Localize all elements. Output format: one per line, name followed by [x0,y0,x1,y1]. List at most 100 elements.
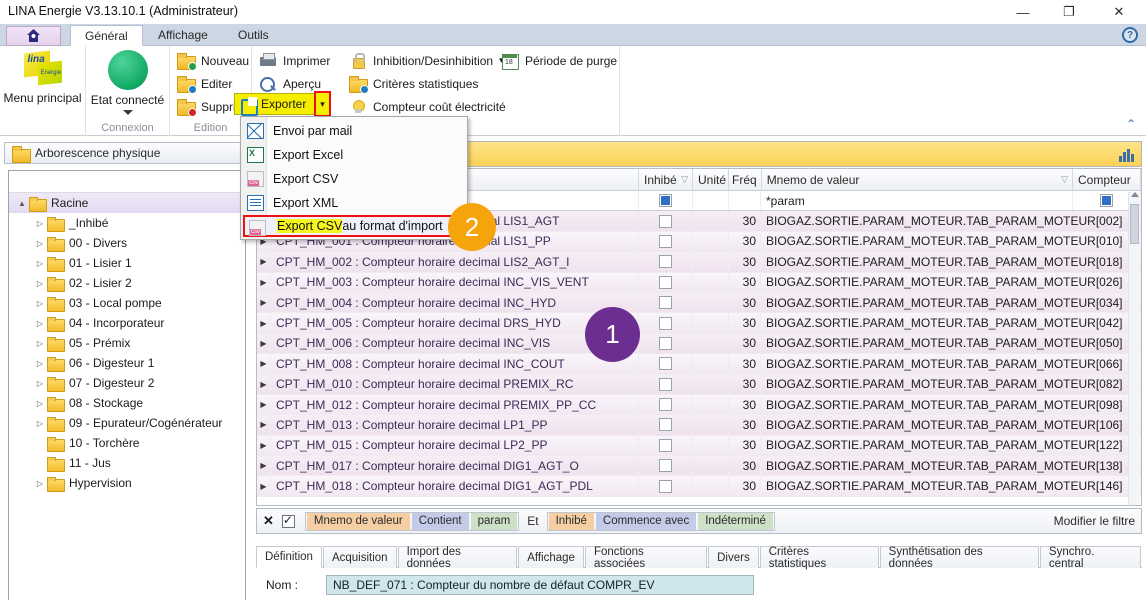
column-header-compteur[interactable]: Compteur [1073,169,1141,191]
row-expander-icon[interactable]: ▶ [257,252,271,272]
scroll-up-arrow-icon[interactable] [1131,192,1139,197]
row-expander-icon[interactable]: ▶ [257,374,271,394]
tree-node[interactable]: 10 - Torchère [9,433,245,453]
cell-checkbox-inhibe[interactable] [659,377,672,391]
column-header-freq[interactable]: Fréq [729,169,762,191]
nouveau-button[interactable]: Nouveau [176,49,249,72]
tree-expander-icon[interactable]: ▷ [33,419,47,428]
menu-item-export-csv[interactable]: Export CSV [241,167,467,191]
name-field[interactable]: NB_DEF_071 : Compteur du nombre de défau… [326,575,754,595]
detail-tab[interactable]: Critères statistiques [759,546,879,570]
row-expander-icon[interactable]: ▶ [257,272,271,292]
table-row[interactable]: ▶ CPT_HM_008 : Compteur horaire decimal I… [257,354,1141,375]
menu-item-envoi-par-mail[interactable]: Envoi par mail [241,119,467,143]
table-row[interactable]: ▶ CPT_HM_003 : Compteur horaire decimal I… [257,272,1141,293]
table-row[interactable]: ▶ CPT_HM_013 : Compteur horaire decimal L… [257,415,1141,436]
column-header-inhibe[interactable]: Inhibé ▽ [639,169,693,191]
filter-operator[interactable]: Commence avec [595,512,697,530]
modify-filter-link[interactable]: Modifier le filtre [1054,514,1135,528]
column-header-mnemo[interactable]: Mnemo de valeur ▽ [762,169,1073,191]
detail-tab[interactable]: Affichage [518,546,584,568]
close-button[interactable]: ✕ [1096,0,1142,24]
tree-expander-icon[interactable]: ▷ [33,299,47,308]
detail-tab[interactable]: Acquisition [322,546,397,568]
filter-value[interactable]: param [470,512,518,530]
cell-checkbox-inhibe[interactable] [659,398,672,412]
tab-general[interactable]: Général [70,25,143,46]
chevron-down-icon[interactable] [122,110,133,115]
detail-tab[interactable]: Définition [256,546,322,568]
table-row[interactable]: ▶ CPT_HM_015 : Compteur horaire decimal L… [257,435,1141,457]
row-expander-icon[interactable]: ▶ [257,394,271,415]
tree-node[interactable]: ▷ Hypervision [9,473,245,493]
criteres-statistiques-button[interactable]: Critères statistiques [348,72,478,95]
menu-item-export-excel[interactable]: Export Excel [241,143,467,167]
tree-expander-icon[interactable]: ▷ [33,339,47,348]
filter-field[interactable]: Inhibé [548,512,594,530]
cell-checkbox-inhibe[interactable] [659,234,672,248]
tab-affichage[interactable]: Affichage [144,24,222,46]
tree-node[interactable]: ▷ 07 - Digesteur 2 [9,373,245,393]
row-expander-icon[interactable]: ▶ [257,292,271,313]
editer-button[interactable]: Editer [176,72,232,95]
tree-node[interactable]: ▷ 08 - Stockage [9,393,245,413]
tree-node[interactable]: ▲ Racine [9,193,245,213]
tree-search-input[interactable] [9,171,245,193]
home-icon[interactable] [6,26,61,46]
row-expander-icon[interactable]: ▶ [257,333,271,354]
tree-expander-icon[interactable]: ▷ [33,239,47,248]
cell-checkbox-inhibe[interactable] [659,275,672,289]
row-expander-icon[interactable]: ▶ [257,476,271,496]
row-expander-icon[interactable]: ▶ [257,313,271,333]
clear-filter-button[interactable]: ✕ [263,513,274,529]
filter-cell-unite[interactable] [693,191,729,211]
collapse-ribbon-icon[interactable]: ⌃ [1126,117,1136,131]
cell-checkbox-inhibe[interactable] [659,418,672,432]
apercu-button[interactable]: Aperçu [258,72,321,95]
imprimer-button[interactable]: Imprimer [258,49,330,72]
filter-checkbox-compteur[interactable] [1100,194,1113,208]
cell-checkbox-inhibe[interactable] [659,336,672,350]
tree-node[interactable]: ▷ 09 - Epurateur/Cogénérateur [9,413,245,433]
table-row[interactable]: ▶ CPT_HM_018 : Compteur horaire decimal D… [257,476,1141,497]
table-row[interactable]: ▶ CPT_HM_004 : Compteur horaire decimal I… [257,292,1141,314]
periode-de-purge-button[interactable]: 18 Période de purge [500,49,617,72]
tree-expander-icon[interactable]: ▷ [33,319,47,328]
column-header-unite[interactable]: Unité [693,169,729,191]
tree-node[interactable]: ▷ 05 - Prémix [9,333,245,353]
tree-node[interactable]: ▷ _Inhibé [9,213,245,233]
cell-checkbox-inhibe[interactable] [659,438,672,452]
etat-connecte-button[interactable]: Etat connecté [86,50,169,115]
tab-outils[interactable]: Outils [224,24,283,46]
detail-tab[interactable]: Synchro. central [1039,546,1141,570]
table-row[interactable]: ▶ CPT_HM_005 : Compteur horaire decimal D… [257,313,1141,334]
tree-expander-icon[interactable]: ▲ [15,199,29,208]
tree-node[interactable]: 11 - Jus [9,453,245,473]
tree-expander-icon[interactable]: ▷ [33,259,47,268]
tree-node[interactable]: ▷ 01 - Lisier 1 [9,253,245,273]
scrollbar-thumb[interactable] [1130,204,1139,244]
table-row[interactable]: ▶ CPT_HM_017 : Compteur horaire decimal D… [257,456,1141,477]
detail-tab[interactable]: Synthétisation des données [879,546,1039,570]
filter-enabled-checkbox[interactable] [281,513,295,528]
cell-checkbox-inhibe[interactable] [659,255,672,269]
funnel-icon[interactable]: ▽ [1061,174,1068,185]
filter-field[interactable]: Mnemo de valeur [306,512,410,530]
filter-cell-mnemo[interactable]: *param [761,191,1073,211]
table-row[interactable]: ▶ CPT_HM_010 : Compteur horaire decimal P… [257,374,1141,395]
filter-value[interactable]: Indéterminé [698,512,773,530]
compteur-cout-electricite-button[interactable]: Compteur coût électricité [348,95,506,118]
tree-expander-icon[interactable]: ▷ [33,219,47,228]
menu-item-export-csv-format-import[interactable]: Export CSV au format d'import [243,215,465,237]
exporter-button[interactable]: Exporter [234,93,316,116]
filter-cell-freq[interactable] [729,191,761,211]
cell-checkbox-inhibe[interactable] [659,296,672,310]
filter-operator[interactable]: Contient [411,512,469,530]
filter-conjunction[interactable]: Et [527,514,538,528]
tree-node[interactable]: ▷ 04 - Incorporateur [9,313,245,333]
cell-checkbox-inhibe[interactable] [659,214,672,228]
tree-expander-icon[interactable]: ▷ [33,399,47,408]
tree-node[interactable]: ▷ 06 - Digesteur 1 [9,353,245,373]
table-row[interactable]: ▶ CPT_HM_006 : Compteur horaire decimal I… [257,333,1141,355]
minimize-button[interactable]: — [1000,0,1046,24]
